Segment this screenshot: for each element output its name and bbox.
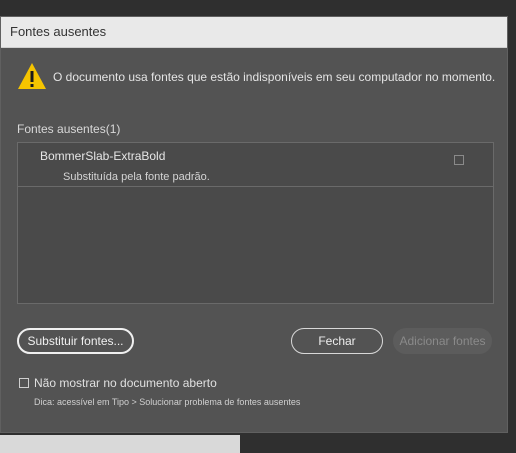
missing-fonts-dialog: Fontes ausentes O documento usa fontes q… [0, 16, 508, 433]
add-fonts-button[interactable]: Adicionar fontes [393, 328, 492, 354]
missing-font-name: BommerSlab-ExtraBold [40, 149, 166, 163]
background-document-strip [0, 435, 240, 453]
dont-show-checkbox[interactable] [19, 378, 29, 388]
font-row-checkbox[interactable] [454, 155, 464, 165]
missing-fonts-list[interactable]: BommerSlab-ExtraBold Substituída pela fo… [17, 142, 494, 304]
warning-triangle-icon [18, 63, 46, 89]
close-button[interactable]: Fechar [291, 328, 383, 354]
dont-show-label[interactable]: Não mostrar no documento aberto [34, 376, 217, 390]
list-item[interactable]: BommerSlab-ExtraBold Substituída pela fo… [18, 143, 493, 187]
dialog-titlebar: Fontes ausentes [1, 17, 507, 48]
tip-text: Dica: acessível em Tipo > Solucionar pro… [34, 397, 301, 407]
missing-fonts-label: Fontes ausentes(1) [17, 122, 121, 136]
dialog-message: O documento usa fontes que estão indispo… [53, 70, 496, 84]
font-substitution-note: Substituída pela fonte padrão. [63, 171, 210, 183]
replace-fonts-button[interactable]: Substituir fontes... [17, 328, 134, 354]
dialog-title: Fontes ausentes [10, 24, 107, 39]
